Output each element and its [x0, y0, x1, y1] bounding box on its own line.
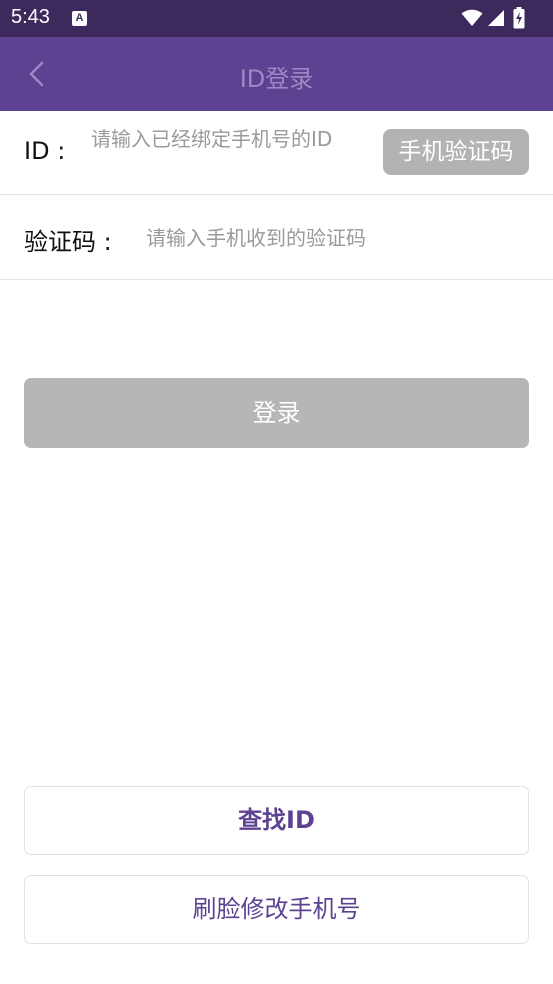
notification-icon: A [72, 11, 87, 26]
find-id-button[interactable]: 查找ID [24, 786, 529, 855]
title-bar: ID登录 [0, 37, 553, 111]
code-label: 验证码 : [24, 228, 112, 256]
battery-charging-icon [513, 7, 525, 29]
verification-code-input[interactable]: 请输入手机收到的验证码 [146, 224, 526, 254]
status-bar: 5:43 A [0, 0, 553, 37]
face-change-phone-button[interactable]: 刷脸修改手机号 [24, 875, 529, 944]
cellular-signal-icon [488, 10, 504, 26]
page-title: ID登录 [239, 65, 314, 93]
sms-code-button[interactable]: 手机验证码 [383, 129, 529, 175]
code-row: 验证码 : 请输入手机收到的验证码 [0, 195, 553, 280]
id-label: ID : [24, 137, 66, 165]
login-button[interactable]: 登录 [24, 378, 529, 448]
id-row: ID : 请输入已经绑定手机号的ID 手机验证码 [0, 111, 553, 195]
wifi-icon [461, 9, 483, 26]
id-input[interactable]: 请输入已经绑定手机号的ID [91, 125, 361, 183]
status-time: 5:43 [11, 6, 50, 28]
